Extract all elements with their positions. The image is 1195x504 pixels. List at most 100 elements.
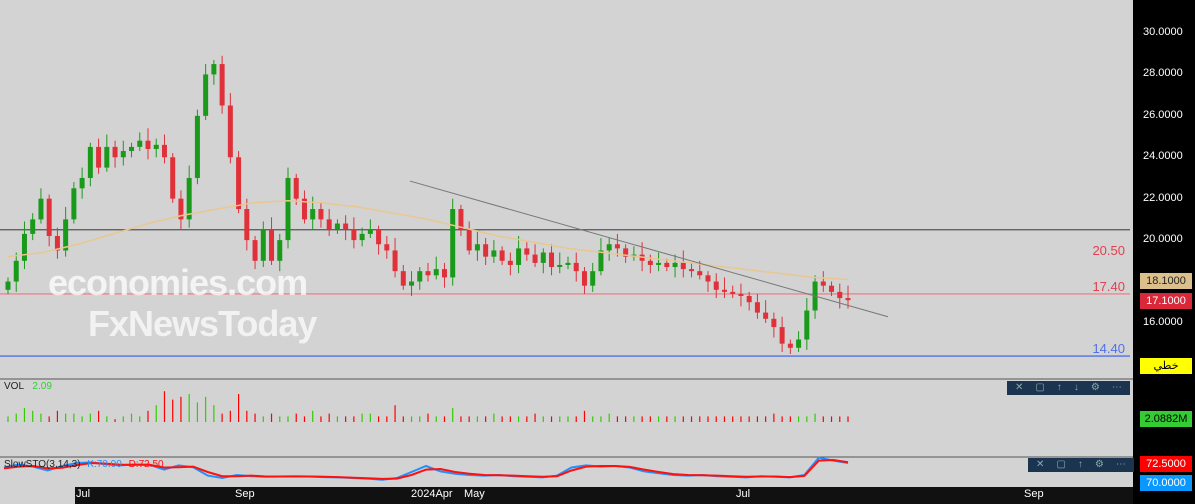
settings-icon[interactable]: ⚙ [1091, 381, 1100, 395]
candle-body [400, 271, 406, 286]
candle-body [787, 343, 793, 348]
level-label-2050: 20.50 [1092, 243, 1125, 258]
candle-body [524, 248, 530, 255]
candle-body [804, 310, 810, 340]
candle-body [689, 269, 695, 272]
candle-body [499, 250, 505, 261]
sto-d-value: D:72.50 [128, 459, 164, 470]
price-tick-label: 26.0000 [1143, 108, 1183, 121]
candle-body [450, 209, 456, 278]
candle-body [549, 252, 555, 268]
vol-value: 2.09 [32, 381, 52, 392]
x-label: Jul [736, 488, 751, 500]
candle-body [433, 269, 439, 276]
candle-body [598, 250, 604, 272]
watermark-fxnewstoday: FxNewsToday [88, 303, 317, 344]
candle-body [277, 240, 283, 261]
candle-body [343, 223, 349, 230]
price-tick-label: 24.0000 [1143, 150, 1183, 163]
candle-body [771, 318, 777, 328]
level-label-1740: 17.40 [1092, 279, 1125, 294]
candle-body [38, 198, 44, 220]
candle-body [820, 281, 826, 286]
candle-body [763, 312, 769, 319]
candle-body [606, 244, 612, 251]
candle-body [507, 260, 513, 265]
candle-body [754, 302, 760, 313]
candle-body [845, 298, 851, 301]
candle-body [129, 146, 135, 152]
candle-body [532, 254, 538, 263]
candle-body [5, 281, 11, 290]
price-tick-label: 20.0000 [1143, 233, 1183, 245]
x-label: Jul [76, 488, 91, 500]
ma-value-badge: 18.1000 [1140, 273, 1192, 289]
price-tick-label: 16.0000 [1143, 315, 1183, 328]
candle-body [573, 262, 579, 272]
candle-body [656, 262, 662, 265]
candle-body [269, 229, 275, 261]
candle-body [326, 219, 332, 230]
x-label: 2024Apr [411, 488, 453, 500]
candle-body [46, 198, 52, 236]
candle-body [161, 144, 167, 158]
candle-body [590, 271, 596, 286]
arrow-up-icon[interactable]: ↑ [1057, 381, 1062, 395]
more-icon[interactable]: ⋯ [1116, 458, 1126, 472]
arrow-down-icon[interactable]: ↓ [1074, 381, 1079, 395]
candle-body [203, 74, 209, 116]
candle-body [376, 229, 382, 245]
candle-body [367, 229, 373, 234]
close-icon[interactable]: ✕ [1036, 458, 1044, 472]
close-icon[interactable]: ✕ [1015, 381, 1023, 395]
candle-body [285, 177, 291, 241]
more-icon[interactable]: ⋯ [1112, 381, 1122, 395]
maximize-icon[interactable]: ▢ [1056, 458, 1065, 472]
trend-line [409, 180, 889, 318]
price-tick-label: 22.0000 [1143, 191, 1183, 204]
candle-body [713, 281, 719, 290]
x-label: Sep [1024, 488, 1044, 500]
candle-body [474, 244, 480, 251]
candle-body [236, 157, 242, 210]
candle-body [516, 248, 522, 265]
candle-body [227, 105, 233, 158]
candle-body [71, 188, 77, 220]
candle-body [441, 269, 447, 278]
candle-body [96, 146, 102, 168]
candle-body [483, 244, 489, 257]
candle-body [137, 140, 143, 147]
maximize-icon[interactable]: ▢ [1035, 381, 1044, 395]
candle-body [837, 291, 843, 299]
candle-body [252, 240, 258, 261]
candle-body [425, 271, 431, 276]
candle-body [664, 262, 670, 268]
x-label: Sep [235, 488, 255, 500]
arrow-up-icon[interactable]: ↑ [1078, 458, 1083, 472]
settings-icon[interactable]: ⚙ [1095, 458, 1104, 472]
price-tick-label: 30.0000 [1143, 26, 1183, 38]
candle-body [779, 327, 785, 344]
candle-body [647, 260, 653, 265]
candle-body [170, 157, 176, 199]
candle-body [318, 209, 324, 220]
vol-title: VOL [4, 381, 24, 392]
candle-body [87, 146, 93, 178]
time-axis[interactable] [75, 487, 1133, 504]
candle-body [557, 264, 563, 268]
candle-body [219, 64, 225, 106]
candle-body [705, 275, 711, 282]
candle-body [730, 291, 736, 294]
price-chart[interactable] [0, 0, 1195, 504]
candle-body [581, 271, 587, 286]
candle-body [491, 250, 497, 257]
candle-body [409, 281, 415, 286]
candle-body [104, 146, 110, 168]
chart-mode-button[interactable]: خطي [1140, 358, 1192, 374]
candle-body [244, 209, 250, 241]
candle-body [540, 252, 546, 263]
candle-body [145, 140, 151, 149]
candle-body [417, 271, 423, 282]
candle-body [13, 260, 19, 282]
sto-panel-toolbar: ✕ ▢ ↑ ⚙ ⋯ [1028, 458, 1134, 472]
